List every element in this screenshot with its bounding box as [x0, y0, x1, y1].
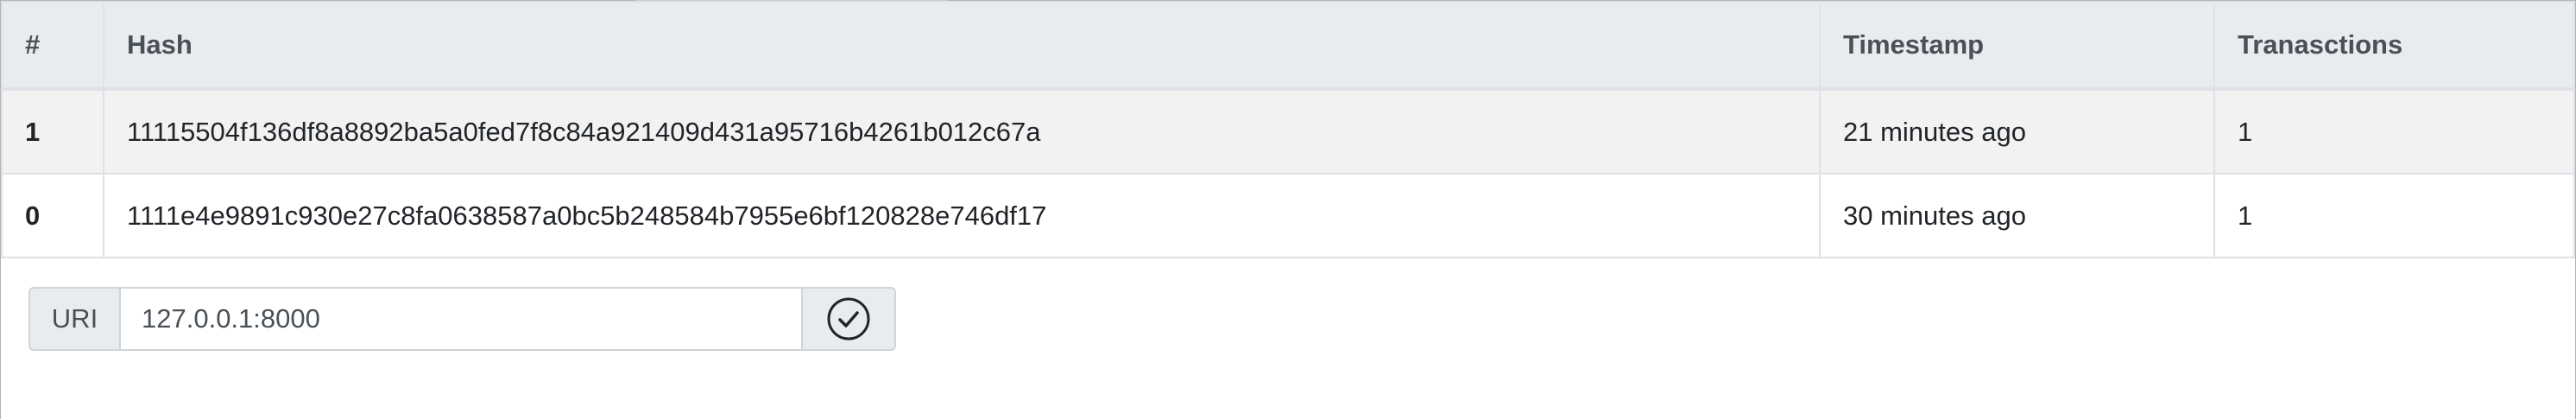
header-transactions: Tranasctions [2213, 1, 2575, 91]
block-hash: 11115504f136df8a8892ba5a0fed7f8c84a92140… [103, 88, 1821, 175]
uri-input[interactable] [121, 287, 801, 351]
header-number: # [1, 1, 104, 91]
block-timestamp: 30 minutes ago [1819, 173, 2215, 258]
check-circle-icon [827, 297, 870, 340]
block-hash: 1111e4e9891c930e27c8fa0638587a0bc5b24858… [103, 173, 1821, 258]
header-timestamp: Timestamp [1819, 1, 2215, 91]
blocks-table: # Hash Timestamp Tranasctions 1 11115504… [1, 1, 2575, 258]
block-timestamp: 21 minutes ago [1819, 88, 2215, 175]
header-hash: Hash [103, 1, 1821, 91]
block-transactions: 1 [2213, 173, 2575, 258]
block-number: 0 [1, 173, 104, 258]
table-header-row: # Hash Timestamp Tranasctions [1, 1, 2575, 91]
table-row: 0 1111e4e9891c930e27c8fa0638587a0bc5b248… [1, 173, 2575, 258]
uri-input-group: URI [28, 287, 896, 351]
block-transactions: 1 [2213, 88, 2575, 175]
uri-label: URI [28, 287, 121, 351]
uri-submit-button[interactable] [801, 287, 896, 351]
block-number: 1 [1, 88, 104, 175]
table-row: 1 11115504f136df8a8892ba5a0fed7f8c84a921… [1, 88, 2575, 175]
